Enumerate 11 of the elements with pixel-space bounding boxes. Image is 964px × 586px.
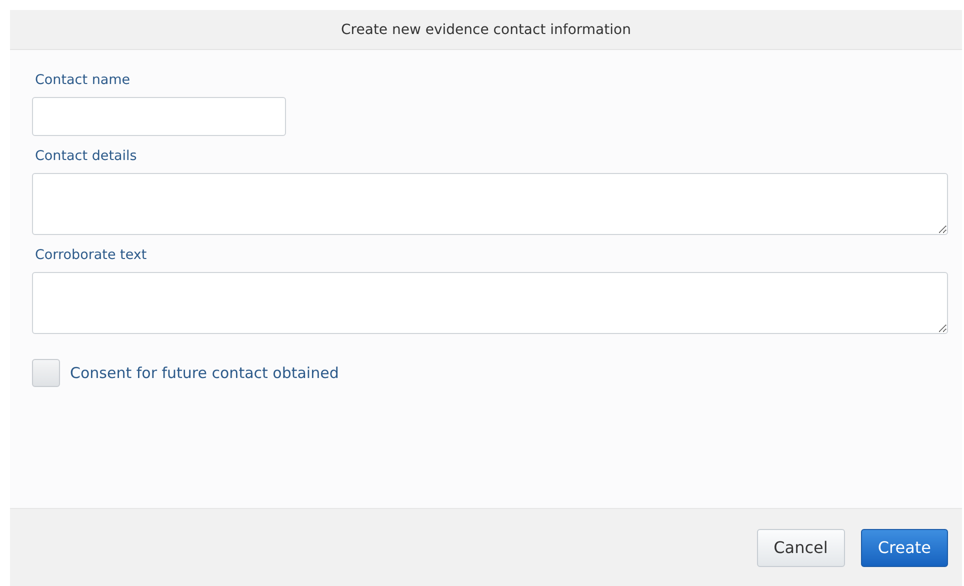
- text-area[interactable]: [32, 272, 948, 334]
- checkbox-label[interactable]: Consent for future contact obtained: [70, 364, 339, 382]
- field-label: Corroborate text: [35, 247, 148, 263]
- dialog-title: Create new evidence contact information: [341, 22, 631, 38]
- checkbox[interactable]: [32, 359, 60, 387]
- text-area[interactable]: [32, 173, 948, 235]
- cancel-button[interactable]: Cancel: [756, 528, 845, 566]
- input-field[interactable]: [32, 97, 286, 136]
- field-label: Contact name: [35, 72, 132, 88]
- create-button[interactable]: Create: [860, 528, 948, 566]
- field-label: Contact details: [35, 148, 138, 164]
